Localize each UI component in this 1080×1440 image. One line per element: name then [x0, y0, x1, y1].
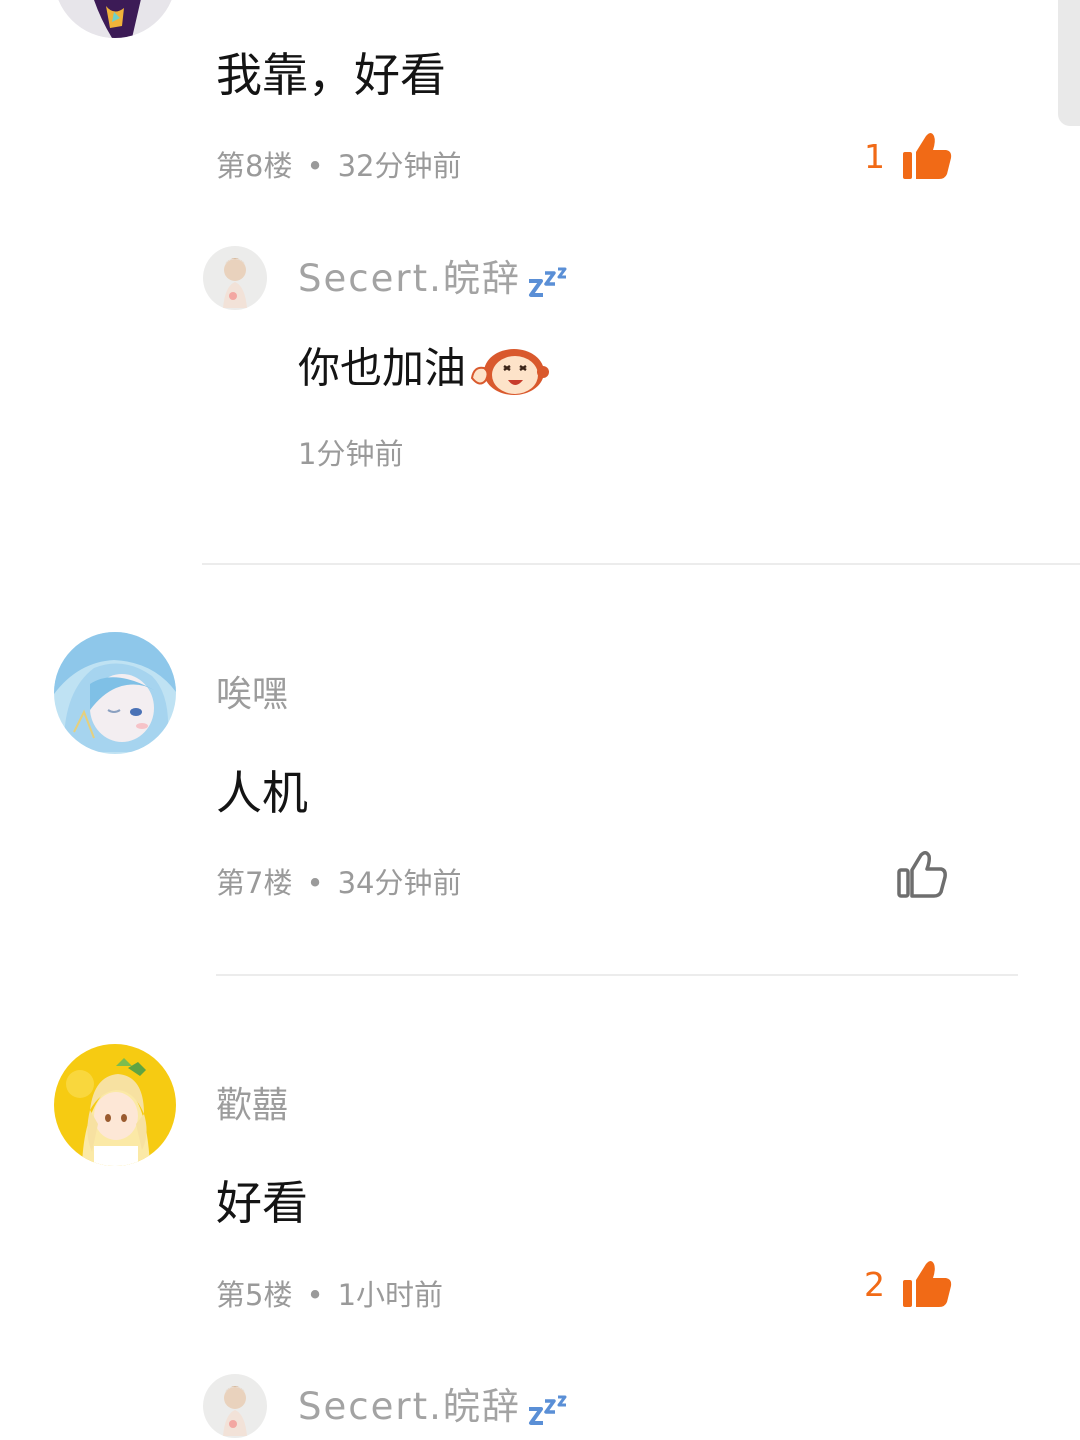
avatar-image — [54, 0, 176, 38]
like-button[interactable] — [896, 850, 948, 900]
thumbs-up-filled-icon — [903, 1261, 952, 1307]
comment-time: 34分钟前 — [337, 866, 462, 900]
reply-username: Secert.皖辞 — [298, 1388, 571, 1427]
thumbs-up-outline-icon — [897, 851, 947, 898]
avatar[interactable] — [54, 632, 176, 754]
floor-number: 第8楼 — [216, 149, 293, 183]
comment-time: 32分钟前 — [337, 149, 462, 183]
monkey-emoji-icon — [470, 349, 550, 395]
reply-time: 1分钟前 — [298, 437, 404, 471]
avatar-image — [54, 1044, 176, 1166]
like-count: 2 — [864, 1264, 885, 1304]
avatar[interactable] — [54, 1044, 176, 1166]
comment-meta: 第8楼 • 32分钟前 — [216, 152, 461, 181]
meta-separator: • — [306, 149, 324, 183]
avatar-image — [54, 632, 176, 754]
comment-text: 人机 — [216, 766, 308, 820]
thumbs-up-filled-icon — [903, 133, 952, 179]
reply-avatar-image — [203, 1374, 267, 1438]
zzz-sleep-icon — [528, 1395, 567, 1425]
divider — [216, 974, 1018, 976]
zzz-sleep-icon — [528, 267, 567, 297]
like-button[interactable]: 2 — [864, 1258, 953, 1310]
comment-username[interactable]: 唉嘿 — [216, 677, 288, 713]
meta-separator: • — [306, 1278, 324, 1312]
like-count: 1 — [864, 136, 885, 176]
comment-time: 1小时前 — [337, 1278, 444, 1312]
scrollbar[interactable] — [1058, 0, 1080, 126]
comment-username[interactable]: 歡囍 — [216, 1088, 288, 1124]
like-button[interactable]: 1 — [864, 130, 953, 182]
meta-separator: • — [306, 866, 324, 900]
comment-text: 我靠，好看 — [216, 48, 446, 102]
floor-number: 第7楼 — [216, 866, 293, 900]
comment-meta: 第7楼 • 34分钟前 — [216, 869, 461, 898]
reply-username: Secert.皖辞 — [298, 260, 571, 299]
comment-text: 好看 — [216, 1176, 308, 1230]
comment-meta: 第5楼 • 1小时前 — [216, 1281, 443, 1310]
avatar[interactable] — [54, 0, 176, 38]
divider — [202, 563, 1080, 565]
reply-avatar[interactable] — [203, 1374, 267, 1438]
reply-avatar-image — [203, 246, 267, 310]
floor-number: 第5楼 — [216, 1278, 293, 1312]
reply-text: 你也加油 — [298, 344, 550, 398]
reply-avatar[interactable] — [203, 246, 267, 310]
